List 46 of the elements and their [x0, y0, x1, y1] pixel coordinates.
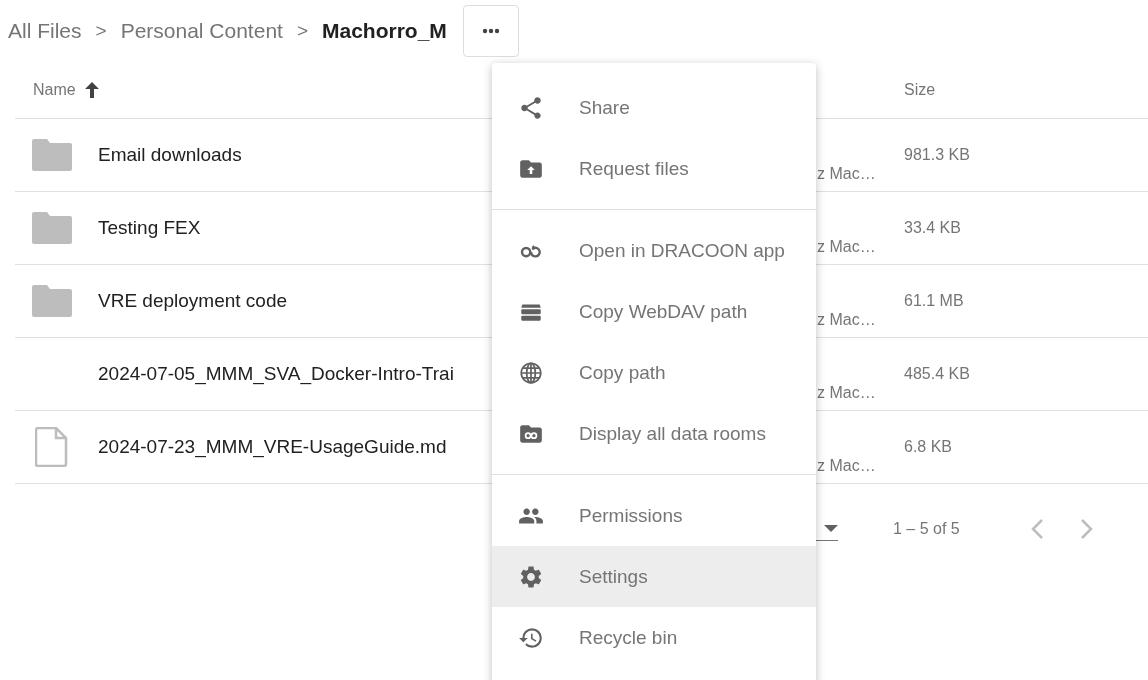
chevron-left-icon	[1029, 518, 1044, 540]
file-name[interactable]: VRE deployment code	[98, 290, 288, 312]
more-button[interactable]	[462, 5, 519, 57]
table-cell-text: z Mac…	[817, 384, 877, 403]
dropdown-arrow-icon	[824, 524, 838, 533]
breadcrumb-separator: >	[95, 20, 107, 42]
table-cell-text: 981.3 KB	[904, 145, 971, 164]
menu-item[interactable]: Copy path	[492, 342, 816, 403]
breadcrumb-separator: >	[296, 20, 308, 42]
share-icon	[518, 94, 544, 121]
breadcrumb-link[interactable]: Personal Content	[120, 19, 283, 43]
table-cell-text: z Mac…	[817, 165, 877, 184]
menu-item[interactable]: Share	[492, 77, 816, 138]
chevron-right-icon	[1079, 518, 1094, 540]
next-page-button[interactable]	[1079, 518, 1094, 540]
file-icon	[35, 427, 69, 467]
table-cell-text: 33.4 KB	[904, 218, 962, 237]
table-cell-text: z Mac…	[817, 311, 877, 330]
folder-icon	[32, 285, 72, 317]
column-header[interactable]: Size	[904, 81, 936, 99]
menu-item[interactable]: Settings	[492, 546, 816, 607]
table-cell-text: 485.4 KB	[904, 364, 971, 383]
previous-page-button[interactable]	[1029, 518, 1044, 540]
menu-item[interactable]: Recycle bin	[492, 607, 816, 668]
menu-item[interactable]: Request files	[492, 138, 816, 199]
menu-item[interactable]: Display all data rooms	[492, 403, 816, 464]
file-name[interactable]: 2024-07-23_MMM_VRE-UsageGuide.md	[98, 436, 447, 458]
globe-icon	[518, 359, 544, 386]
table-cell-text: z Mac…	[817, 457, 877, 476]
table-cell-text: 61.1 MB	[904, 291, 965, 310]
table-cell-text: z Mac…	[817, 238, 877, 257]
breadcrumb-current: Machorro_M	[322, 19, 447, 43]
sort-arrow-icon[interactable]	[83, 81, 100, 99]
folder-icon	[32, 212, 72, 244]
menu-item[interactable]: Permissions	[492, 485, 816, 546]
table-cell-text: 6.8 KB	[904, 437, 954, 456]
column-header[interactable]: Name	[33, 81, 76, 99]
menu-item[interactable]: Open in DRACOON app	[492, 220, 816, 281]
folder-icon	[32, 139, 72, 171]
file-name[interactable]: Email downloads	[98, 144, 242, 166]
more-icon	[481, 28, 500, 34]
page-range: 1 – 5 of 5	[893, 520, 960, 538]
file-name[interactable]: Testing FEX	[98, 217, 201, 239]
file-name[interactable]: 2024-07-05_MMM_SVA_Docker-Intro-Trai	[98, 363, 454, 385]
breadcrumb-link[interactable]: All Files	[8, 19, 82, 43]
menu-item[interactable]: Copy WebDAV path	[492, 281, 816, 342]
